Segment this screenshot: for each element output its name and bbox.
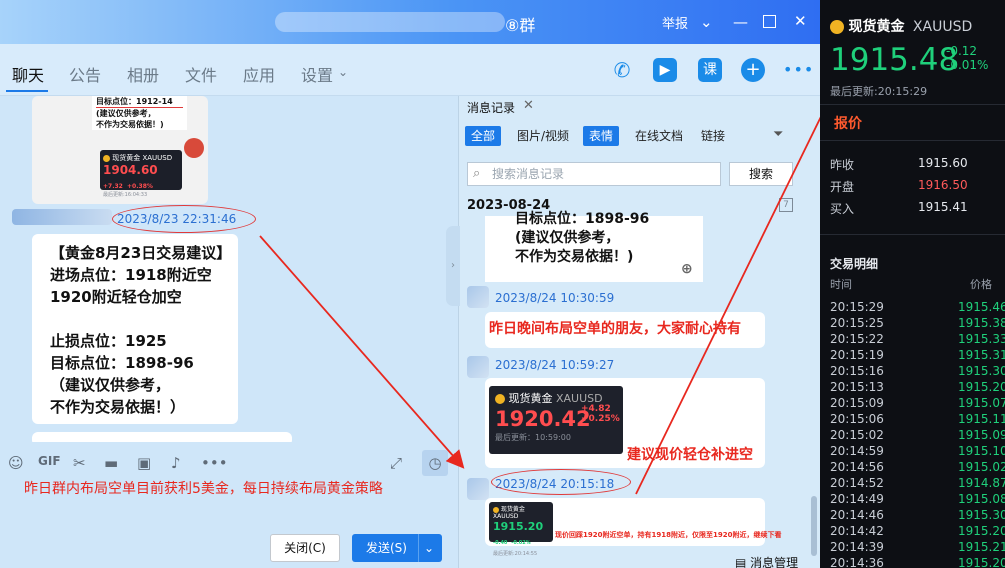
trade-time: 20:14:36 (830, 556, 884, 568)
trade-time: 20:15:19 (830, 348, 884, 362)
trade-time: 20:15:16 (830, 364, 884, 378)
tab-quote[interactable]: 报价 (834, 113, 862, 133)
trade-time: 20:14:49 (830, 492, 884, 506)
quote-header: 现货黄金 XAUUSD (830, 16, 972, 36)
trade-row: 20:14:36 1915.20 (830, 556, 1005, 568)
trade-price: 1915.30 (958, 508, 1005, 522)
trade-time: 20:14:56 (830, 460, 884, 474)
trade-row: 20:15:09 1915.07 (830, 396, 1005, 412)
trade-row: 20:15:29 1915.46 (830, 300, 1005, 316)
quote-name: 现货黄金 (848, 19, 905, 35)
arrow-to-quote (635, 82, 838, 495)
trade-row: 20:15:25 1915.38 (830, 316, 1005, 332)
trade-row: 20:15:13 1915.20 (830, 380, 1005, 396)
trade-row: 20:14:46 1915.30 (830, 508, 1005, 524)
trade-price: 1915.20 (958, 556, 1005, 568)
trade-time: 20:15:02 (830, 428, 884, 442)
quote-updated: 最后更新:20:15:29 (830, 85, 928, 98)
trade-row: 20:15:16 1915.30 (830, 364, 1005, 380)
trade-time: 20:15:29 (830, 300, 884, 314)
trade-price: 1915.31 (958, 348, 1005, 362)
trade-price: 1915.09 (958, 428, 1005, 442)
col-time: 时间 (830, 278, 852, 291)
trade-time: 20:15:22 (830, 332, 884, 346)
trade-price: 1915.21 (958, 540, 1005, 554)
trade-row: 20:14:52 1914.87 (830, 476, 1005, 492)
trade-price: 1915.20 (958, 524, 1005, 538)
trade-time: 20:14:52 (830, 476, 884, 490)
trade-row: 20:15:06 1915.11 (830, 412, 1005, 428)
trade-price: 1914.87 (958, 476, 1005, 490)
trade-time: 20:14:59 (830, 444, 884, 458)
trade-time: 20:15:13 (830, 380, 884, 394)
trade-time: 20:15:06 (830, 412, 884, 426)
trade-price: 1915.38 (958, 316, 1005, 330)
trade-time: 20:14:46 (830, 508, 884, 522)
quote-symbol: XAUUSD (912, 19, 973, 35)
trade-row: 20:14:56 1915.02 (830, 460, 1005, 476)
quote-change-pct: -0.01% (946, 58, 989, 72)
trade-price: 1915.33 (958, 332, 1005, 346)
stat-value: 1915.41 (918, 200, 968, 214)
trade-row: 20:15:02 1915.09 (830, 428, 1005, 444)
trade-row: 20:14:39 1915.21 (830, 540, 1005, 556)
trade-time: 20:15:25 (830, 316, 884, 330)
trade-price: 1915.20 (958, 380, 1005, 394)
trade-time: 20:15:09 (830, 396, 884, 410)
stat-label: 开盘 (830, 180, 855, 194)
trade-time: 20:14:42 (830, 524, 884, 538)
trade-price: 1915.46 (958, 300, 1005, 314)
trade-price: 1915.07 (958, 396, 1005, 410)
stat-label: 昨收 (830, 158, 855, 172)
trade-price: 1915.11 (958, 412, 1005, 426)
arrow-to-history (259, 235, 465, 469)
trade-time: 20:14:39 (830, 540, 884, 554)
stat-label: 买入 (830, 202, 855, 216)
trade-price: 1915.10 (958, 444, 1005, 458)
quote-price: 1915.48 (830, 42, 959, 78)
quote-change: -0.12 (946, 44, 978, 58)
trade-row: 20:14:49 1915.08 (830, 492, 1005, 508)
trade-row: 20:14:59 1915.10 (830, 444, 1005, 460)
stat-value: 1916.50 (918, 178, 968, 192)
gold-coin-icon (830, 20, 844, 34)
stat-value: 1915.60 (918, 156, 968, 170)
trade-row: 20:15:22 1915.33 (830, 332, 1005, 348)
trade-price: 1915.30 (958, 364, 1005, 378)
quote-panel: 现货黄金 XAUUSD 1915.48 -0.12 -0.01% 最后更新:20… (820, 0, 1005, 568)
col-price: 价格 (970, 278, 992, 291)
trade-row: 20:15:19 1915.31 (830, 348, 1005, 364)
trades-title: 交易明细 (830, 257, 879, 271)
trade-price: 1915.08 (958, 492, 1005, 506)
trade-row: 20:14:42 1915.20 (830, 524, 1005, 540)
trade-price: 1915.02 (958, 460, 1005, 474)
